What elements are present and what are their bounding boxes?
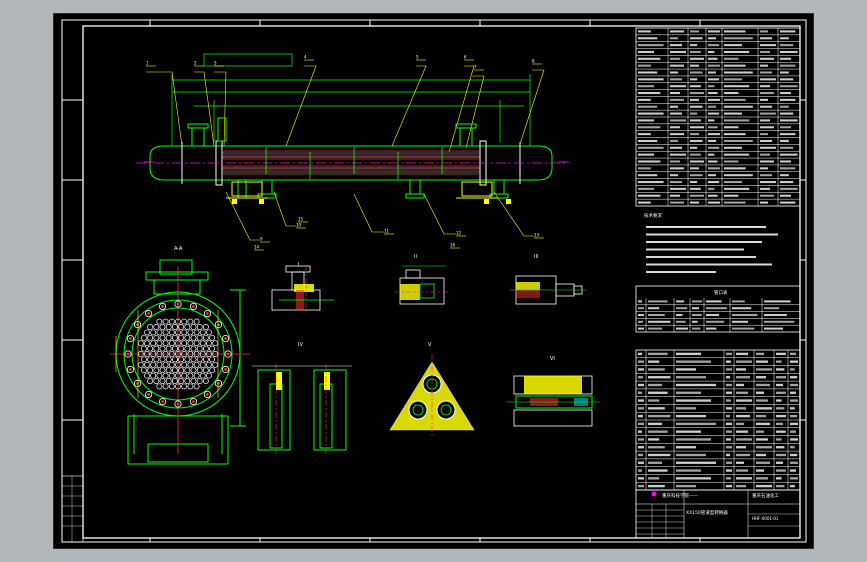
front-tubesheet-view: A-A	[110, 246, 250, 465]
detail-I: I	[271, 262, 334, 314]
svg-text:13: 13	[534, 233, 540, 238]
balloon-9: 9	[260, 237, 270, 243]
balloon-4: 4	[304, 55, 314, 61]
svg-text:1: 1	[146, 61, 149, 66]
balloon-14: 14	[254, 245, 264, 251]
svg-text:16: 16	[450, 243, 456, 248]
tech-notes-block: 技术要求	[644, 212, 778, 273]
title-block: 重庆科技学院—— XX150管道型转换器 重庆石油化工 HHF-0001-01	[635, 489, 801, 539]
balloon-7: 7	[474, 65, 484, 71]
svg-text:14: 14	[254, 245, 260, 250]
svg-text:9: 9	[260, 237, 263, 242]
inner-frame	[82, 25, 801, 539]
svg-text:VI: VI	[550, 356, 555, 362]
balloon-2: 2	[194, 61, 204, 67]
nozzle-table: 管口表	[635, 285, 801, 333]
parts-list-table	[635, 349, 801, 491]
balloon-5: 5	[416, 55, 426, 61]
design-title: XX150管道型转换器	[686, 509, 728, 516]
detail-III: III	[510, 254, 586, 305]
svg-text:2: 2	[194, 61, 197, 66]
svg-text:I: I	[298, 262, 299, 268]
svg-text:6: 6	[464, 55, 467, 60]
svg-text:10: 10	[296, 223, 302, 228]
company-caption: 重庆石油化工	[752, 492, 779, 499]
engineering-drawing: A-A I II III IV V VI 技术要求 管口表 重庆科技学院—— X…	[61, 19, 807, 543]
balloon-8: 8	[532, 59, 542, 65]
main-elevation-view	[136, 53, 569, 241]
svg-text:11: 11	[384, 229, 390, 234]
drawing-number: HHF-0001-01	[752, 516, 779, 521]
detail-IV: IV	[252, 342, 352, 454]
detail-VI: VI	[506, 356, 600, 427]
svg-text:III: III	[534, 254, 538, 260]
cad-viewport[interactable]: A-A I II III IV V VI 技术要求 管口表 重庆科技学院—— X…	[54, 14, 813, 548]
balloon-16: 16	[450, 243, 460, 249]
svg-text:技术要求: 技术要求	[644, 212, 662, 219]
balloon-6: 6	[464, 55, 474, 61]
balloon-13: 13	[534, 233, 544, 239]
detail-II: II	[394, 254, 450, 305]
svg-text:V: V	[428, 342, 432, 348]
svg-text:15: 15	[298, 217, 304, 222]
svg-text:8: 8	[532, 59, 535, 64]
school-name: 重庆科技学院——	[662, 492, 698, 499]
balloon-12: 12	[456, 231, 466, 237]
front-view-label: A-A	[174, 246, 183, 252]
balloon-1: 1	[146, 61, 156, 67]
svg-text:IV: IV	[298, 342, 303, 348]
right-data-table	[635, 27, 801, 207]
svg-text:5: 5	[416, 55, 419, 60]
revision-block	[61, 475, 84, 543]
svg-text:3: 3	[214, 61, 217, 66]
balloon-10: 10	[296, 223, 306, 229]
detail-V: V	[389, 342, 475, 438]
svg-text:12: 12	[456, 231, 462, 236]
svg-text:管口表: 管口表	[714, 289, 728, 296]
balloon-15: 15	[298, 217, 308, 223]
svg-text:II: II	[414, 254, 417, 260]
balloon-11: 11	[384, 229, 394, 235]
svg-text:7: 7	[474, 65, 477, 70]
balloon-3: 3	[214, 61, 224, 67]
svg-text:4: 4	[304, 55, 307, 60]
